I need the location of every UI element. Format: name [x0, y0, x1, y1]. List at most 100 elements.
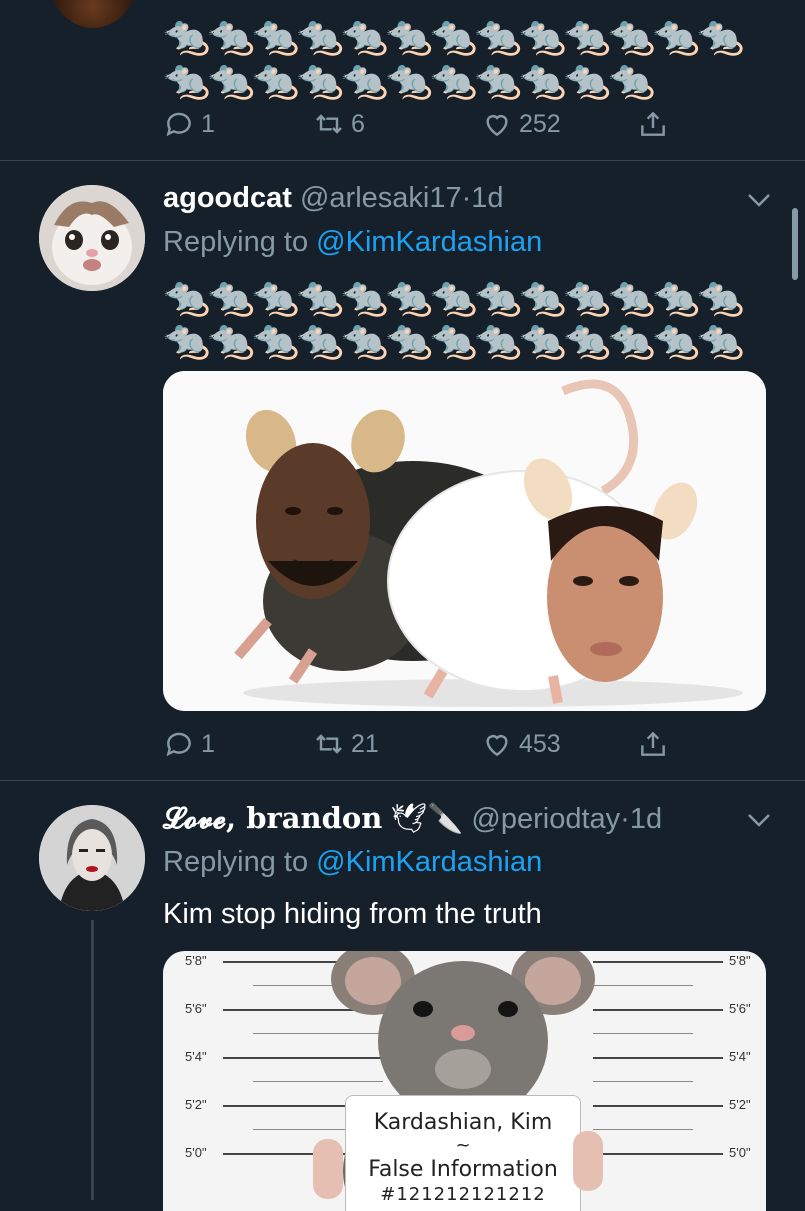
chevron-down-icon[interactable]: [745, 190, 773, 210]
rat-emoji: 🐀: [252, 319, 300, 361]
rat-emoji: 🐀: [563, 276, 611, 318]
handle[interactable]: @periodtay: [471, 803, 620, 835]
rat-emoji: 🐀: [519, 276, 567, 318]
tweet-actions: 1 6 252: [163, 108, 683, 148]
rat-emoji: 🐀: [519, 59, 567, 101]
replying-to: Replying to @KimKardashian: [163, 845, 542, 879]
rat-emoji: 🐀: [252, 15, 300, 57]
height-label-left: 5'8": [185, 953, 207, 968]
retweet-button[interactable]: 6: [313, 108, 365, 140]
rat-emoji: 🐀: [296, 59, 344, 101]
replying-prefix: Replying to: [163, 226, 309, 258]
profile-avatar-image: [39, 805, 145, 911]
mugshot-sign: Kardashian, Kim ~ False Information #121…: [345, 1095, 581, 1211]
sign-number: #121212121212: [380, 1184, 546, 1205]
sign-name: Kardashian, Kim: [373, 1110, 553, 1135]
mouse-paw-left: [313, 1139, 343, 1199]
chevron-down-icon[interactable]: [745, 810, 773, 830]
rat-emoji: 🐀: [519, 319, 567, 361]
timestamp[interactable]: 1d: [630, 803, 662, 835]
retweet-icon: [316, 734, 342, 754]
like-button[interactable]: 252: [481, 108, 561, 140]
avatar-periodtay[interactable]: [39, 805, 145, 911]
retweet-button[interactable]: 21: [313, 728, 379, 760]
share-button[interactable]: [637, 108, 669, 140]
timestamp[interactable]: 1d: [471, 182, 503, 214]
rat-emoji: 🐀: [697, 319, 745, 361]
rat-emoji: 🐀: [341, 59, 389, 101]
reply-icon: [166, 732, 191, 757]
reply-count: 1: [201, 109, 215, 138]
rat-emoji: 🐀: [207, 276, 255, 318]
height-label-left: 5'2": [185, 1097, 207, 1112]
replying-prefix: Replying to: [163, 846, 309, 878]
rat-emoji: 🐀: [385, 319, 433, 361]
rat-emoji: 🐀: [385, 15, 433, 57]
handle[interactable]: @arlesaki17: [300, 182, 462, 214]
like-count: 252: [519, 109, 561, 138]
rat-emoji: 🐀: [519, 15, 567, 57]
rat-emoji: 🐀: [608, 276, 656, 318]
emoji-row: 🐀 🐀 🐀 🐀 🐀 🐀 🐀 🐀 🐀 🐀 🐀 🐀 🐀: [163, 275, 745, 319]
sign-subtitle: False Information: [368, 1157, 558, 1182]
rat-emoji: 🐀: [296, 276, 344, 318]
rat-emoji: 🐀: [430, 319, 478, 361]
retweet-count: 21: [351, 729, 379, 758]
display-name[interactable]: agoodcat: [163, 182, 292, 214]
like-icon: [486, 735, 508, 757]
tweet-image-rats[interactable]: [163, 371, 766, 711]
reply-icon: [166, 112, 191, 137]
rat-emoji: 🐀: [252, 276, 300, 318]
rat-couple-image: [163, 371, 766, 711]
emoji-row: 🐀 🐀 🐀 🐀 🐀 🐀 🐀 🐀 🐀 🐀 🐀: [163, 58, 656, 102]
reply-count: 1: [201, 729, 215, 758]
display-name[interactable]: 𝓛𝓸𝓿𝓮, brandon: [163, 801, 382, 835]
rat-emoji: 🐀: [652, 276, 700, 318]
tweet-text: Kim stop hiding from the truth: [163, 898, 542, 930]
rat-emoji: 🐀: [474, 15, 522, 57]
like-button[interactable]: 453: [481, 728, 561, 760]
share-button[interactable]: [637, 728, 669, 760]
height-label-left: 5'4": [185, 1049, 207, 1064]
rat-emoji: 🐀: [296, 15, 344, 57]
rat-emoji: 🐀: [430, 276, 478, 318]
rat-emoji: 🐀: [207, 319, 255, 361]
rat-emoji: 🐀: [563, 319, 611, 361]
mention-link[interactable]: @KimKardashian: [316, 846, 542, 878]
rat-emoji: 🐀: [163, 319, 211, 361]
like-count: 453: [519, 729, 561, 758]
rat-emoji: 🐀: [207, 15, 255, 57]
height-label-left: 5'0": [185, 1145, 207, 1160]
rat-emoji: 🐀: [163, 59, 211, 101]
retweet-icon: [316, 114, 342, 134]
rat-emoji: 🐀: [697, 276, 745, 318]
replying-to: Replying to @KimKardashian: [163, 225, 542, 259]
tweet-image-mugshot[interactable]: 5'8" 5'6" 5'4" 5'2" 5'0" 5'8" 5'6" 5'4" …: [163, 951, 766, 1211]
rat-emoji: 🐀: [341, 15, 389, 57]
reply-button[interactable]: 1: [163, 728, 215, 760]
rat-emoji: 🐀: [430, 15, 478, 57]
rat-emoji: 🐀: [608, 59, 656, 101]
rat-emoji: 🐀: [430, 59, 478, 101]
avatar-agoodcat[interactable]: [39, 185, 145, 291]
retweet-count: 6: [351, 109, 365, 138]
rat-emoji: 🐀: [608, 15, 656, 57]
divider: [0, 160, 805, 161]
avatar-top-partial[interactable]: [47, 0, 139, 28]
emoji-row: 🐀 🐀 🐀 🐀 🐀 🐀 🐀 🐀 🐀 🐀 🐀 🐀 🐀: [163, 14, 744, 58]
rat-emoji: 🐀: [385, 59, 433, 101]
tweet-header: agoodcat @arlesaki17·1d: [163, 181, 504, 215]
share-icon: [641, 731, 665, 756]
rat-emoji: 🐀: [341, 319, 389, 361]
rat-emoji: 🐀: [163, 15, 211, 57]
tweet-actions: 1 21 453: [163, 728, 683, 768]
cat-avatar-image: [39, 185, 145, 291]
scrollbar[interactable]: [792, 208, 798, 280]
rat-emoji: 🐀: [385, 276, 433, 318]
separator-dot: ·: [461, 182, 472, 214]
reply-button[interactable]: 1: [163, 108, 215, 140]
rat-emoji: 🐀: [563, 59, 611, 101]
share-icon: [641, 111, 665, 136]
mention-link[interactable]: @KimKardashian: [316, 226, 542, 258]
rat-emoji: 🐀: [252, 59, 300, 101]
